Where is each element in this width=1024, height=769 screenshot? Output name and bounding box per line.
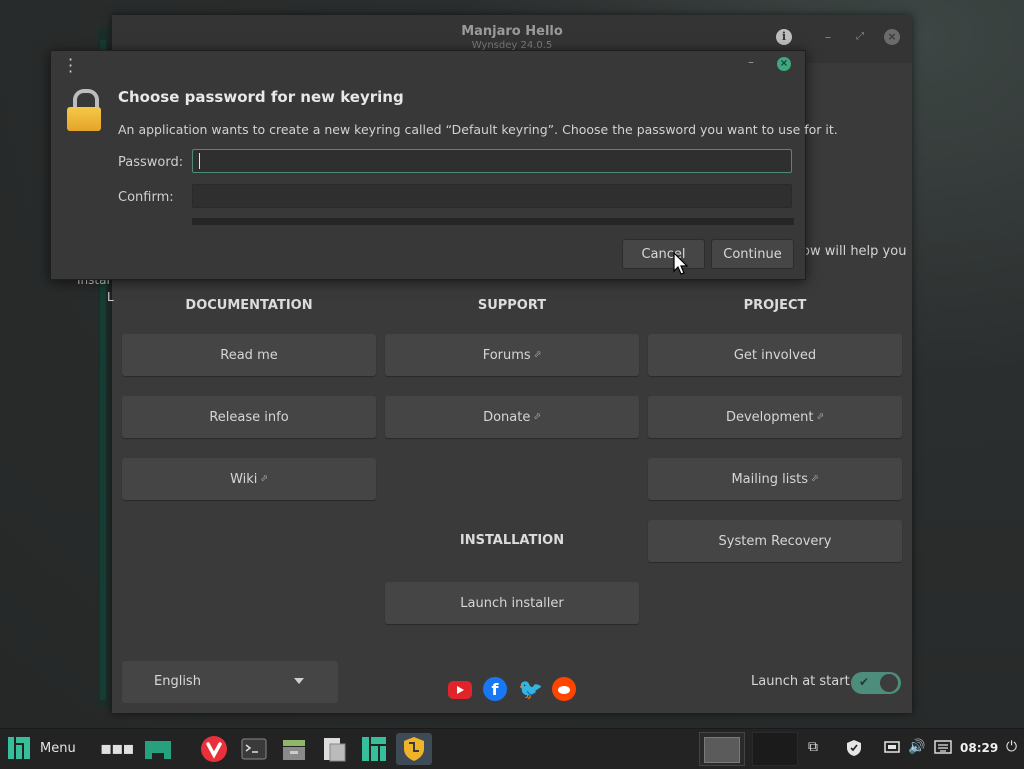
twitter-icon[interactable]: 🐦	[518, 677, 543, 701]
get-involved-button[interactable]: Get involved	[648, 334, 902, 376]
release-info-button[interactable]: Release info	[122, 396, 376, 438]
taskbar: Menu ▪▪▪ ⧉ 🔊 08:29 ⏻	[0, 728, 1024, 769]
release-info-label: Release info	[209, 409, 289, 425]
continue-button[interactable]: Continue	[711, 239, 794, 269]
language-select-value: English	[154, 674, 201, 689]
external-link-icon: ⬀	[533, 350, 542, 360]
window-switcher-icon[interactable]: ⧉	[808, 739, 818, 755]
password-strength-bar	[192, 218, 794, 225]
file-manager-icon[interactable]	[278, 733, 310, 765]
mailing-lists-button[interactable]: Mailing lists ⬀	[648, 458, 902, 500]
lock-icon	[67, 89, 101, 133]
close-icon[interactable]: ×	[777, 57, 791, 71]
confirm-field[interactable]	[192, 184, 792, 208]
wiki-button[interactable]: Wiki ⬀	[122, 458, 376, 500]
wiki-label: Wiki	[230, 471, 258, 487]
info-icon[interactable]: i	[776, 29, 792, 45]
password-field[interactable]	[192, 149, 792, 173]
development-button[interactable]: Development ⬀	[648, 396, 902, 438]
chevron-down-icon	[294, 678, 304, 684]
external-link-icon: ⬀	[260, 474, 268, 484]
hello-window-title: Manjaro Hello	[461, 24, 563, 39]
language-select[interactable]: English	[122, 661, 338, 703]
launch-installer-button[interactable]: Launch installer	[385, 582, 639, 624]
section-installation: INSTALLATION	[459, 533, 565, 548]
password-label: Password:	[118, 155, 184, 170]
vivaldi-browser-icon[interactable]	[198, 733, 230, 765]
external-link-icon: ⬀	[816, 412, 825, 422]
keyboard-layout-icon[interactable]	[934, 739, 952, 759]
welcome-text-fragment: ow will help you	[802, 244, 907, 259]
volume-icon[interactable]: 🔊	[908, 739, 925, 755]
system-recovery-label: System Recovery	[718, 533, 832, 549]
toggle-knob	[880, 674, 898, 692]
dialog-heading: Choose password for new keyring	[118, 88, 404, 106]
confirm-label: Confirm:	[118, 190, 174, 205]
clock[interactable]: 08:29	[960, 741, 998, 755]
manjaro-logo-icon	[8, 737, 30, 759]
mailing-lists-label: Mailing lists	[731, 471, 808, 487]
menu-button[interactable]: Menu	[4, 733, 84, 765]
show-desktop-icon[interactable]	[142, 733, 174, 765]
section-support: SUPPORT	[477, 298, 547, 313]
menu-label: Menu	[40, 741, 76, 756]
minimize-icon[interactable]: –	[820, 29, 836, 45]
app-grid-icon[interactable]: ▪▪▪	[100, 733, 135, 765]
youtube-icon[interactable]	[448, 681, 472, 699]
keyring-dialog: · · · – × Choose password for new keyring …	[50, 50, 838, 280]
power-icon[interactable]: ⏻	[1006, 739, 1017, 755]
dialog-description: An application wants to create a new key…	[118, 122, 838, 137]
check-icon: ✔	[859, 675, 870, 689]
get-involved-label: Get involved	[733, 347, 817, 363]
shield-icon[interactable]	[846, 739, 862, 761]
launch-installer-label: Launch installer	[460, 595, 564, 611]
maximize-icon[interactable]: ⤢	[852, 29, 868, 45]
manjaro-hello-taskbar-icon[interactable]	[358, 733, 390, 765]
development-label: Development	[725, 409, 814, 425]
desktop-text-fragment-2: L	[107, 290, 114, 304]
minimize-icon[interactable]: –	[748, 55, 754, 69]
donate-label: Donate	[483, 409, 531, 425]
section-project: PROJECT	[743, 298, 807, 313]
system-recovery-button[interactable]: System Recovery	[648, 520, 902, 562]
launch-at-start-label: Launch at start	[751, 674, 850, 689]
cancel-button[interactable]: Cancel	[622, 239, 705, 269]
launch-at-start-toggle[interactable]: ✔	[851, 672, 901, 694]
network-icon[interactable]	[884, 739, 900, 759]
terminal-icon[interactable]	[238, 733, 270, 765]
facebook-icon[interactable]: f	[483, 677, 507, 701]
keyring-taskbar-icon[interactable]	[396, 733, 432, 765]
kebab-menu-icon[interactable]: · · ·	[68, 52, 73, 80]
external-link-icon: ⬀	[810, 474, 819, 484]
clipboard-icon[interactable]	[318, 733, 350, 765]
section-documentation: DOCUMENTATION	[185, 298, 313, 313]
read-me-label: Read me	[220, 347, 278, 363]
forums-button[interactable]: Forums ⬀	[385, 334, 639, 376]
workspace-2[interactable]	[752, 732, 798, 766]
text-caret	[199, 153, 200, 169]
forums-label: Forums	[482, 347, 531, 363]
donate-button[interactable]: Donate ⬀	[385, 396, 639, 438]
close-icon[interactable]: ×	[884, 29, 900, 45]
workspace-1[interactable]	[699, 732, 745, 766]
external-link-icon: ⬀	[533, 412, 541, 422]
read-me-button[interactable]: Read me	[122, 334, 376, 376]
reddit-icon[interactable]	[552, 677, 576, 701]
continue-label: Continue	[723, 246, 782, 262]
